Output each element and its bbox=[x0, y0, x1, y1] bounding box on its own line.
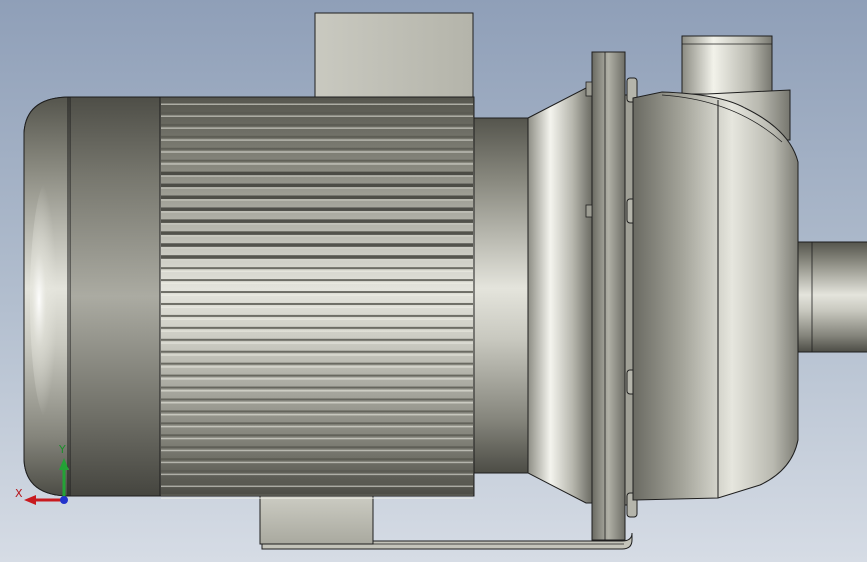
cooling-fin-highlight bbox=[161, 187, 473, 189]
cooling-fin-highlight bbox=[161, 234, 473, 237]
cooling-fin-highlight bbox=[161, 306, 473, 308]
cooling-fin bbox=[161, 279, 473, 282]
cooling-fin bbox=[161, 458, 473, 461]
cad-viewport[interactable]: X Y bbox=[0, 0, 867, 562]
cooling-fin-highlight bbox=[161, 413, 473, 416]
cooling-fin bbox=[161, 302, 473, 305]
cooling-fin bbox=[161, 111, 473, 114]
cooling-fin bbox=[161, 446, 473, 449]
cooling-fin bbox=[161, 386, 473, 389]
cooling-fin bbox=[161, 422, 473, 425]
cooling-fin bbox=[161, 159, 473, 162]
cooling-fin bbox=[161, 183, 473, 188]
pump-volute bbox=[632, 91, 799, 501]
cooling-fin bbox=[161, 231, 473, 236]
cooling-fin-highlight bbox=[161, 425, 473, 428]
cooling-fin-highlight bbox=[161, 354, 473, 356]
cooling-fin bbox=[161, 135, 473, 138]
cooling-fin bbox=[161, 434, 473, 437]
cooling-fin bbox=[161, 398, 473, 401]
cooling-fin-highlight bbox=[161, 246, 473, 249]
cooling-fin bbox=[161, 267, 473, 270]
cooling-fin-highlight bbox=[161, 318, 473, 320]
motor-end-cap bbox=[23, 96, 161, 497]
cooling-fin-highlight bbox=[161, 401, 473, 404]
cooling-fin-highlight bbox=[161, 449, 473, 452]
cooling-fin-highlight bbox=[161, 258, 473, 261]
cooling-fin bbox=[161, 291, 473, 294]
cooling-fin bbox=[161, 195, 473, 200]
cooling-fin-highlight bbox=[161, 342, 473, 344]
cooling-fin-highlight bbox=[161, 461, 473, 464]
cooling-fin-highlight bbox=[161, 330, 473, 332]
cooling-fin bbox=[161, 123, 473, 126]
cooling-fin-highlight bbox=[161, 437, 473, 440]
pump-flange bbox=[591, 51, 634, 541]
cooling-fin-highlight bbox=[161, 270, 473, 273]
cooling-fin-highlight bbox=[161, 294, 473, 297]
x-axis-label: X bbox=[15, 487, 23, 500]
cooling-fin bbox=[161, 207, 473, 212]
motor-body bbox=[159, 96, 475, 499]
motor-neck bbox=[473, 117, 529, 474]
cooling-fin bbox=[161, 314, 473, 317]
z-axis-dot bbox=[60, 496, 68, 504]
cooling-fin-highlight bbox=[161, 282, 473, 285]
cooling-fin bbox=[161, 494, 473, 496]
cooling-fin-highlight bbox=[161, 127, 473, 129]
cooling-fin bbox=[161, 470, 473, 473]
cooling-fin-highlight bbox=[161, 366, 473, 368]
cooling-fin-highlight bbox=[161, 390, 473, 392]
cooling-fin bbox=[161, 374, 473, 377]
cooling-fin-highlight bbox=[161, 497, 473, 499]
cooling-fin-highlight bbox=[161, 163, 473, 165]
cooling-fin bbox=[161, 350, 473, 353]
pump-model bbox=[23, 12, 867, 550]
cooling-fin-highlight bbox=[161, 103, 473, 105]
cooling-fin-highlight bbox=[161, 115, 473, 117]
cooling-fin bbox=[161, 410, 473, 413]
cooling-fin-highlight bbox=[161, 473, 473, 476]
cooling-fin bbox=[161, 338, 473, 341]
y-axis-label: Y bbox=[59, 443, 66, 456]
suction-pipe bbox=[797, 241, 867, 353]
cooling-fin-highlight bbox=[161, 222, 473, 225]
cooling-fin bbox=[161, 243, 473, 248]
cooling-fin bbox=[161, 326, 473, 329]
cooling-fin bbox=[161, 219, 473, 224]
cooling-fin bbox=[161, 171, 473, 176]
cooling-fin-highlight bbox=[161, 485, 473, 488]
cooling-fin-highlight bbox=[161, 210, 473, 213]
cooling-fin-highlight bbox=[161, 199, 473, 201]
cooling-fin bbox=[161, 482, 473, 485]
cooling-fin-highlight bbox=[161, 151, 473, 153]
cooling-fin-highlight bbox=[161, 175, 473, 177]
cooling-fin-highlight bbox=[161, 139, 473, 141]
cooling-fin bbox=[161, 362, 473, 365]
cooling-fin-highlight bbox=[161, 378, 473, 380]
cooling-fin bbox=[161, 147, 473, 150]
cooling-fin bbox=[161, 100, 473, 102]
bracket-cone bbox=[527, 87, 593, 504]
cooling-fin bbox=[161, 255, 473, 260]
